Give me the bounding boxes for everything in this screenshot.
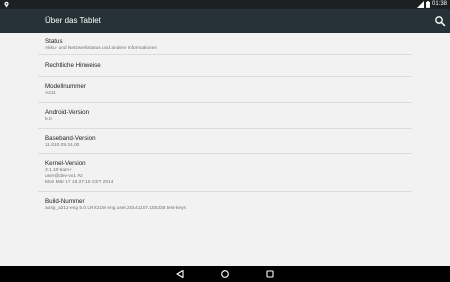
- item-title: Android-Version: [45, 109, 90, 116]
- home-icon[interactable]: [220, 269, 230, 279]
- item-title: Build-Nummer: [45, 198, 85, 205]
- signal-icon: [416, 1, 424, 8]
- search-icon[interactable]: [434, 15, 446, 27]
- item-title: Baseband-Version: [45, 135, 96, 142]
- status-bar: 01:38: [0, 0, 450, 9]
- item-value: A211: [45, 91, 56, 96]
- list-item-build-number[interactable]: Build-Nummer aosp_a211-eng 5.0 LRX21M en…: [38, 192, 412, 218]
- battery-icon: [425, 1, 430, 8]
- item-title: Status: [45, 38, 63, 45]
- page-title: Über das Tablet: [45, 16, 101, 25]
- item-value: 11.810.09.24.00: [45, 143, 80, 148]
- item-value: aosp_a211-eng 5.0 LRX21M eng.user.201411…: [45, 206, 186, 211]
- item-value: 5.0: [45, 117, 52, 122]
- navigation-bar: [0, 266, 450, 282]
- back-icon[interactable]: [175, 269, 185, 279]
- item-title: Rechtliche Hinweise: [45, 62, 101, 69]
- location-pin-icon: [4, 1, 9, 8]
- list-item-legal[interactable]: Rechtliche Hinweise: [38, 55, 412, 77]
- status-time: 01:38: [431, 1, 447, 7]
- list-item-status[interactable]: Status Akku- und Netzwerkstatus und ande…: [38, 33, 412, 55]
- item-title: Kernel-Version: [45, 160, 86, 167]
- list-item-kernel-version[interactable]: Kernel-Version 3.1.10-tiam+ user@dev-vx1…: [38, 154, 412, 192]
- list-item-model[interactable]: Modellnummer A211: [38, 77, 412, 103]
- settings-list: Status Akku- und Netzwerkstatus und ande…: [38, 33, 412, 218]
- item-value: Mon Mär 17 16:27:16 CET 2014: [45, 180, 114, 185]
- action-bar: Über das Tablet: [0, 9, 450, 33]
- item-subtitle: Akku- und Netzwerkstatus und andere Info…: [45, 46, 157, 51]
- item-title: Modellnummer: [45, 83, 86, 90]
- list-item-android-version[interactable]: Android-Version 5.0: [38, 103, 412, 129]
- settings-content: Status Akku- und Netzwerkstatus und ande…: [0, 33, 450, 266]
- list-item-baseband-version[interactable]: Baseband-Version 11.810.09.24.00: [38, 129, 412, 154]
- recents-icon[interactable]: [265, 269, 275, 279]
